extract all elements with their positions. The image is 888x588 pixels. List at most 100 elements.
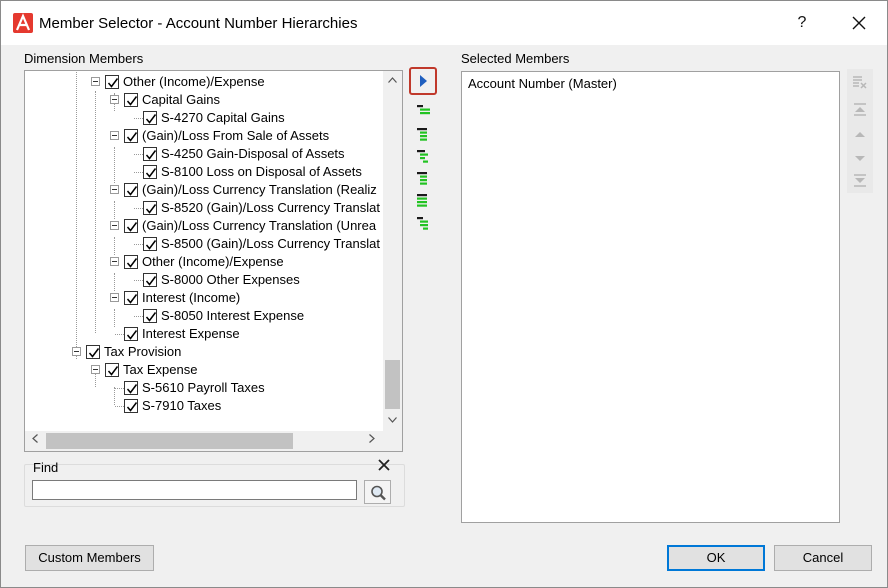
member-checkbox[interactable] — [124, 291, 138, 305]
move-up-button[interactable] — [849, 123, 871, 145]
tree-guide-line — [134, 118, 143, 119]
member-checkbox[interactable] — [124, 327, 138, 341]
siblings-icon — [417, 194, 427, 207]
base-members-button[interactable] — [413, 214, 435, 234]
tree-row[interactable]: S-8000 Other Expenses — [25, 271, 383, 289]
member-checkbox[interactable] — [143, 273, 157, 287]
tree-row[interactable]: S-5610 Payroll Taxes — [25, 379, 383, 397]
tree-row[interactable]: S-8050 Interest Expense — [25, 307, 383, 325]
tree-rows: Other (Income)/Expense Capital Gains S-427… — [25, 71, 383, 431]
member-checkbox[interactable] — [105, 363, 119, 377]
move-to-top-button[interactable] — [849, 99, 871, 121]
children-icon — [417, 128, 427, 141]
selected-members-list[interactable]: Account Number (Master) — [461, 71, 840, 523]
tree-row-label: Other (Income)/Expense — [142, 254, 284, 269]
collapse-icon[interactable] — [110, 131, 119, 140]
member-checkbox[interactable] — [124, 93, 138, 107]
collapse-icon[interactable] — [110, 185, 119, 194]
collapse-icon[interactable] — [72, 347, 81, 356]
level-0-button[interactable] — [413, 169, 435, 189]
collapse-icon[interactable] — [91, 365, 100, 374]
tree-row-label: S-8500 (Gain)/Loss Currency Translat — [161, 236, 380, 251]
tree-horizontal-scrollbar[interactable] — [25, 431, 383, 451]
descendants-button[interactable] — [413, 147, 435, 167]
window-title: Member Selector - Account Number Hierarc… — [39, 15, 358, 32]
descendants-icon — [417, 150, 428, 163]
member-checkbox[interactable] — [86, 345, 100, 359]
collapse-icon[interactable] — [110, 257, 119, 266]
tree-vertical-scrollbar[interactable] — [383, 71, 402, 431]
tree-row[interactable]: Other (Income)/Expense — [25, 73, 383, 91]
tree-row[interactable]: S-8520 (Gain)/Loss Currency Translat — [25, 199, 383, 217]
tree-vertical-scroll-thumb[interactable] — [385, 360, 400, 409]
arrow-right-icon — [420, 75, 427, 87]
find-search-button[interactable] — [364, 480, 391, 504]
collapse-icon[interactable] — [110, 293, 119, 302]
title-bar: Member Selector - Account Number Hierarc… — [1, 1, 887, 45]
close-button[interactable] — [849, 13, 869, 33]
tree-row-label: Tax Provision — [104, 344, 182, 359]
move-to-bottom-button[interactable] — [849, 169, 871, 191]
tree-row[interactable]: S-8100 Loss on Disposal of Assets — [25, 163, 383, 181]
member-checkbox[interactable] — [124, 129, 138, 143]
tree-row[interactable]: (Gain)/Loss Currency Translation (Unrea — [25, 217, 383, 235]
scroll-left-arrow-icon[interactable] — [25, 431, 44, 450]
siblings-button[interactable] — [413, 191, 435, 211]
tree-row-label: S-4270 Capital Gains — [161, 110, 285, 125]
member-checkbox[interactable] — [143, 147, 157, 161]
move-down-button[interactable] — [849, 147, 871, 169]
cancel-button[interactable]: Cancel — [774, 545, 872, 571]
remove-all-button[interactable] — [849, 71, 871, 93]
member-checkbox[interactable] — [124, 399, 138, 413]
member-checkbox[interactable] — [143, 237, 157, 251]
tree-row[interactable]: Other (Income)/Expense — [25, 253, 383, 271]
member-checkbox[interactable] — [143, 165, 157, 179]
member-checkbox[interactable] — [105, 75, 119, 89]
level-0-icon — [417, 172, 427, 185]
find-input[interactable] — [32, 480, 357, 500]
ok-button[interactable]: OK — [667, 545, 765, 571]
member-checkbox[interactable] — [143, 111, 157, 125]
tree-horizontal-scroll-thumb[interactable] — [46, 433, 293, 449]
member-checkbox[interactable] — [124, 381, 138, 395]
tree-row[interactable]: Tax Expense — [25, 361, 383, 379]
scrollbar-corner — [383, 431, 402, 451]
member-only-button[interactable] — [413, 102, 435, 122]
tree-row[interactable]: Tax Provision — [25, 343, 383, 361]
member-checkbox[interactable] — [143, 201, 157, 215]
tree-row[interactable]: (Gain)/Loss Currency Translation (Realiz — [25, 181, 383, 199]
custom-members-button[interactable]: Custom Members — [25, 545, 154, 571]
scroll-up-arrow-icon[interactable] — [383, 71, 402, 90]
tree-row-label: (Gain)/Loss Currency Translation (Realiz — [142, 182, 377, 197]
tree-guide-line — [134, 172, 143, 173]
tree-row[interactable]: (Gain)/Loss From Sale of Assets — [25, 127, 383, 145]
tree-row[interactable]: Interest Expense — [25, 325, 383, 343]
collapse-icon[interactable] — [110, 221, 119, 230]
tree-row-label: S-8520 (Gain)/Loss Currency Translat — [161, 200, 380, 215]
tree-row[interactable]: Interest (Income) — [25, 289, 383, 307]
tree-row[interactable]: S-7910 Taxes — [25, 397, 383, 415]
collapse-icon[interactable] — [91, 77, 100, 86]
tree-row-label: S-8000 Other Expenses — [161, 272, 300, 287]
scroll-down-arrow-icon[interactable] — [383, 411, 402, 430]
tree-row[interactable]: S-8500 (Gain)/Loss Currency Translat — [25, 235, 383, 253]
member-checkbox[interactable] — [124, 255, 138, 269]
collapse-icon[interactable] — [110, 95, 119, 104]
tree-row-label: Tax Expense — [123, 362, 198, 377]
help-button[interactable]: ? — [792, 13, 812, 33]
selected-member-item[interactable]: Account Number (Master) — [468, 76, 617, 91]
member-checkbox[interactable] — [143, 309, 157, 323]
member-checkbox[interactable] — [124, 183, 138, 197]
find-clear-icon[interactable] — [377, 458, 391, 472]
children-button[interactable] — [413, 125, 435, 145]
scroll-right-arrow-icon[interactable] — [362, 431, 381, 450]
member-checkbox[interactable] — [124, 219, 138, 233]
add-to-selection-button[interactable] — [409, 67, 437, 95]
tree-row[interactable]: S-4270 Capital Gains — [25, 109, 383, 127]
dimension-members-tree[interactable]: Other (Income)/Expense Capital Gains S-427… — [24, 70, 403, 452]
tree-row-label: S-8100 Loss on Disposal of Assets — [161, 164, 362, 179]
move-to-top-icon — [854, 103, 866, 116]
tree-row[interactable]: Capital Gains — [25, 91, 383, 109]
tree-row[interactable]: S-4250 Gain-Disposal of Assets — [25, 145, 383, 163]
selected-members-label: Selected Members — [461, 51, 570, 66]
